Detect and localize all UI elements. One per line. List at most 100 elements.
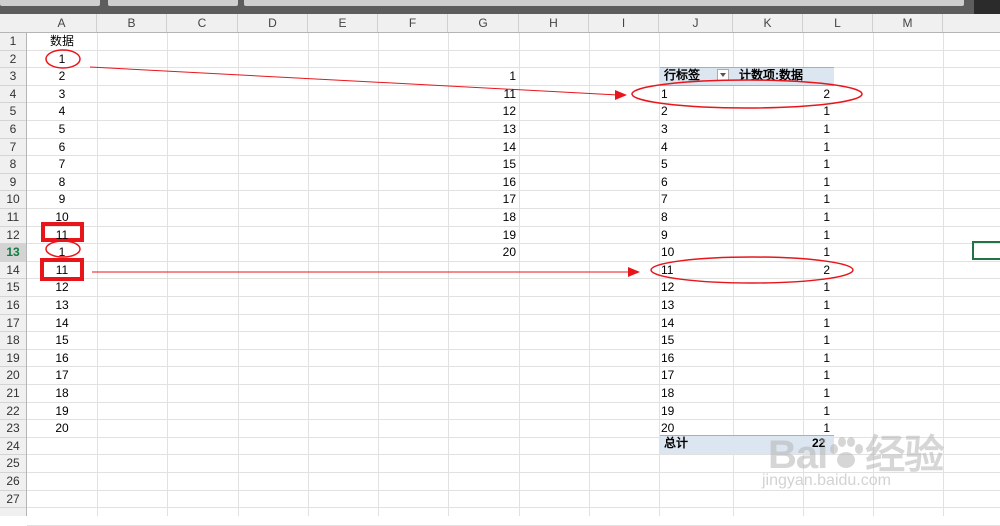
column-header-a[interactable]: A (27, 14, 97, 32)
row-header-4[interactable]: 4 (0, 86, 26, 104)
pivot-count-value[interactable]: 1 (780, 191, 830, 209)
pivot-count-value[interactable]: 1 (780, 350, 830, 368)
cell-a19[interactable]: 16 (32, 350, 92, 368)
cell-a15[interactable]: 12 (32, 279, 92, 297)
row-header-18[interactable]: 18 (0, 332, 26, 350)
pivot-count-value[interactable]: 1 (780, 367, 830, 385)
pivot-count-value[interactable]: 1 (780, 315, 830, 333)
pivot-count-value[interactable]: 1 (780, 209, 830, 227)
cell-g2[interactable]: 1 (449, 68, 516, 86)
row-header-12[interactable]: 12 (0, 227, 26, 245)
cell-g7[interactable]: 15 (449, 156, 516, 174)
column-header-b[interactable]: B (97, 14, 167, 32)
pivot-row-label[interactable]: 5 (661, 156, 668, 174)
pivot-row-label[interactable]: 15 (661, 332, 674, 350)
column-header-g[interactable]: G (448, 14, 519, 32)
row-header-2[interactable]: 2 (0, 51, 26, 69)
row-header-9[interactable]: 9 (0, 174, 26, 192)
cell-g3[interactable]: 11 (449, 86, 516, 104)
pivot-count-value[interactable]: 1 (780, 139, 830, 157)
column-header-i[interactable]: I (589, 14, 659, 32)
column-header-l[interactable]: L (803, 14, 873, 32)
row-header-14[interactable]: 14 (0, 262, 26, 280)
pivot-count-value[interactable]: 1 (780, 103, 830, 121)
pivot-row-label[interactable]: 17 (661, 367, 674, 385)
row-header-7[interactable]: 7 (0, 139, 26, 157)
row-header-1[interactable]: 1 (0, 33, 26, 51)
cell-a14[interactable]: 11 (32, 262, 92, 280)
pivot-count-value[interactable]: 1 (780, 403, 830, 421)
cell-a10[interactable]: 9 (32, 191, 92, 209)
row-header-21[interactable]: 21 (0, 385, 26, 403)
row-header-5[interactable]: 5 (0, 103, 26, 121)
column-header-e[interactable]: E (308, 14, 378, 32)
pivot-row-label[interactable]: 16 (661, 350, 674, 368)
row-header-3[interactable]: 3 (0, 68, 26, 86)
row-header-6[interactable]: 6 (0, 121, 26, 139)
cell-a11[interactable]: 10 (32, 209, 92, 227)
cell-a17[interactable]: 14 (32, 315, 92, 333)
pivot-row-label[interactable]: 6 (661, 174, 668, 192)
pivot-row-label[interactable]: 14 (661, 315, 674, 333)
pivot-row-label[interactable]: 3 (661, 121, 668, 139)
column-header-d[interactable]: D (238, 14, 308, 32)
cell-a1[interactable]: 数据 (50, 33, 74, 51)
pivot-count-value[interactable]: 1 (780, 121, 830, 139)
pivot-row-label[interactable]: 13 (661, 297, 674, 315)
pivot-row-label-header[interactable]: 行标签 (664, 67, 700, 85)
cell-a8[interactable]: 7 (32, 156, 92, 174)
formula-area[interactable] (244, 0, 964, 6)
column-header-j[interactable]: J (659, 14, 733, 32)
cell-a13[interactable]: 1 (32, 244, 92, 262)
pivot-row-label[interactable]: 7 (661, 191, 668, 209)
pivot-filter-dropdown-icon[interactable] (717, 69, 729, 81)
row-header-11[interactable]: 11 (0, 209, 26, 227)
cell-g10[interactable]: 18 (449, 209, 516, 227)
pivot-value-header[interactable]: 计数项:数据 (739, 67, 803, 85)
cell-g6[interactable]: 14 (449, 139, 516, 157)
row-header-17[interactable]: 17 (0, 315, 26, 333)
pivot-count-value[interactable]: 1 (780, 385, 830, 403)
cell-g11[interactable]: 19 (449, 227, 516, 245)
pivot-count-value[interactable]: 1 (780, 244, 830, 262)
pivot-row-label[interactable]: 2 (661, 103, 668, 121)
cell-a4[interactable]: 3 (32, 86, 92, 104)
row-header-23[interactable]: 23 (0, 420, 26, 438)
row-header-24[interactable]: 24 (0, 438, 26, 456)
cell-a22[interactable]: 19 (32, 403, 92, 421)
row-header-20[interactable]: 20 (0, 367, 26, 385)
pivot-count-value[interactable]: 1 (780, 174, 830, 192)
column-header-h[interactable]: H (519, 14, 589, 32)
cell-a20[interactable]: 17 (32, 367, 92, 385)
cell-a16[interactable]: 13 (32, 297, 92, 315)
row-header-26[interactable]: 26 (0, 473, 26, 491)
cell-a7[interactable]: 6 (32, 139, 92, 157)
row-header-15[interactable]: 15 (0, 279, 26, 297)
cell-a9[interactable]: 8 (32, 174, 92, 192)
cell-a21[interactable]: 18 (32, 385, 92, 403)
cell-g8[interactable]: 16 (449, 174, 516, 192)
column-header-c[interactable]: C (167, 14, 238, 32)
row-header-10[interactable]: 10 (0, 191, 26, 209)
pivot-row-label[interactable]: 11 (661, 262, 673, 280)
pivot-count-value[interactable]: 1 (780, 156, 830, 174)
pivot-row-label[interactable]: 8 (661, 209, 668, 227)
pivot-row-label[interactable]: 9 (661, 227, 668, 245)
cell-a2[interactable]: 1 (32, 51, 92, 69)
pivot-count-value[interactable]: 2 (780, 262, 830, 280)
pivot-count-value[interactable]: 1 (780, 332, 830, 350)
pivot-row-label[interactable]: 12 (661, 279, 674, 297)
column-header-f[interactable]: F (378, 14, 448, 32)
pivot-count-value[interactable]: 1 (780, 297, 830, 315)
cell-a3[interactable]: 2 (32, 68, 92, 86)
row-header-19[interactable]: 19 (0, 350, 26, 368)
cell-a6[interactable]: 5 (32, 121, 92, 139)
pivot-row-label[interactable]: 19 (661, 403, 674, 421)
cell-a18[interactable]: 15 (32, 332, 92, 350)
cell-g9[interactable]: 17 (449, 191, 516, 209)
active-cell-cursor[interactable] (972, 241, 1000, 260)
pivot-count-value[interactable]: 1 (780, 227, 830, 245)
row-header-22[interactable]: 22 (0, 403, 26, 421)
cell-a5[interactable]: 4 (32, 103, 92, 121)
pivot-row-label[interactable]: 4 (661, 139, 668, 157)
